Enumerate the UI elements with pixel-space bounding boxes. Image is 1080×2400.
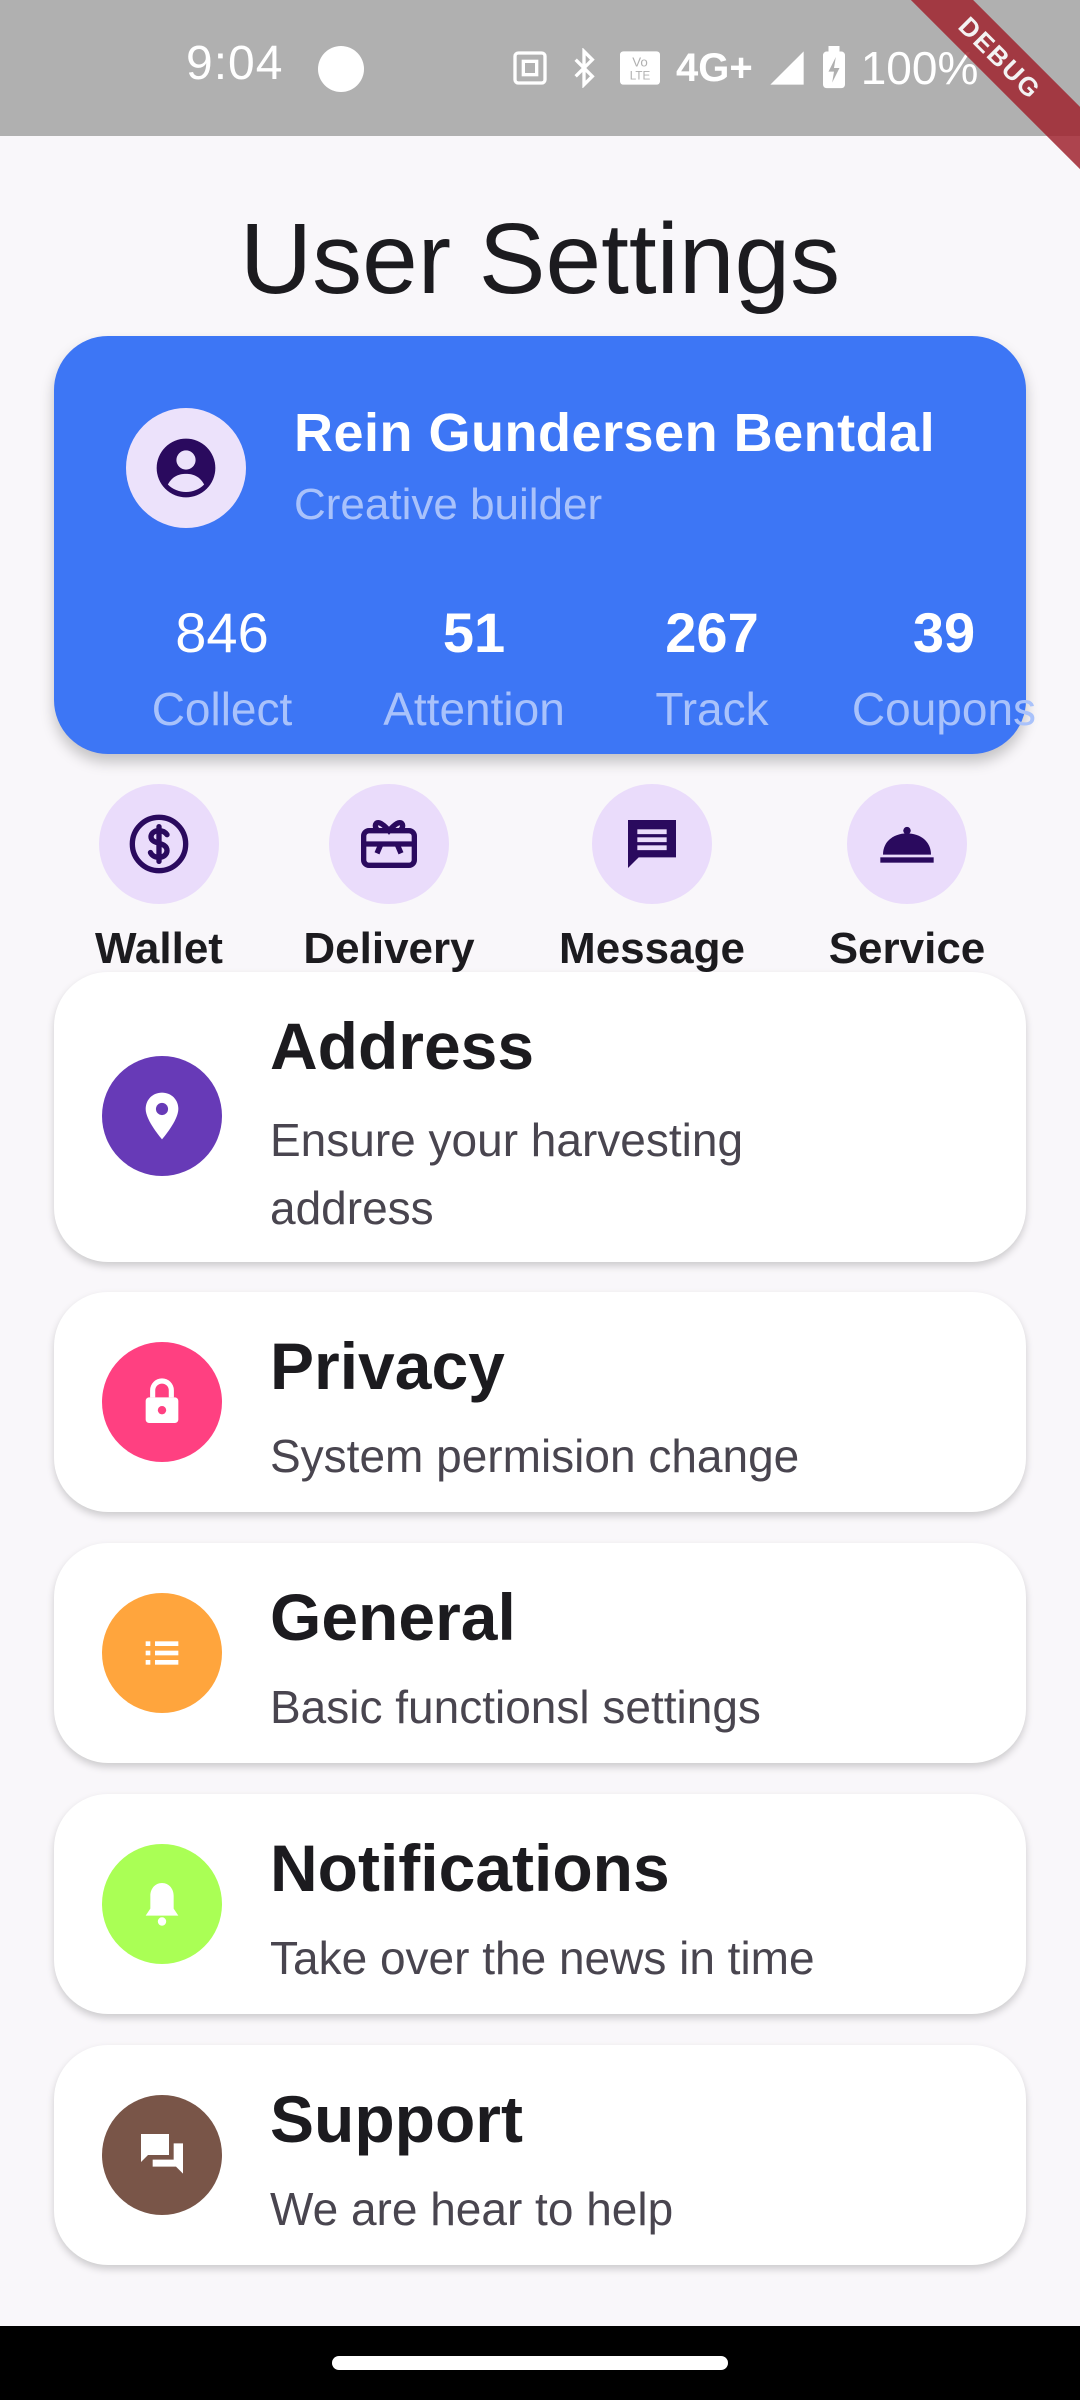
- stat-label: Collect: [151, 682, 293, 735]
- notification-dot-icon: [318, 46, 364, 92]
- dollar-circle-icon: [129, 814, 189, 874]
- volte-icon: Vo LTE: [620, 51, 660, 85]
- profile-subtitle: Creative builder: [294, 480, 603, 529]
- avatar[interactable]: [126, 408, 246, 528]
- stat-coupons[interactable]: 39 Coupons: [834, 602, 1054, 736]
- quick-action-label: Message: [559, 924, 745, 973]
- stat-track[interactable]: 267 Track: [602, 602, 822, 736]
- setting-title: General: [270, 1580, 516, 1654]
- stat-value: 39: [912, 601, 976, 664]
- profile-card[interactable]: Rein Gundersen Bentdal Creative builder …: [54, 336, 1036, 754]
- profile-stats: 846 Collect 51 Attention 267 Track 39 Co…: [54, 602, 1036, 742]
- setting-description: System permision change: [270, 1430, 800, 1482]
- setting-icon-bg: [102, 1844, 222, 1964]
- stat-collect[interactable]: 846 Collect: [112, 602, 332, 736]
- navigation-bar: [0, 2326, 1080, 2400]
- setting-description: Basic functionsl settings: [270, 1681, 761, 1733]
- setting-title: Support: [270, 2082, 523, 2156]
- quick-action-icon-bg: [847, 784, 967, 904]
- quick-action-icon-bg: [592, 784, 712, 904]
- setting-description: Take over the news in time: [270, 1932, 815, 1984]
- settings-card-notifications[interactable]: Notifications Take over the news in time: [54, 1794, 1026, 2014]
- forum-icon: [141, 2134, 183, 2174]
- stat-value: 267: [665, 601, 759, 664]
- bluetooth-icon: [574, 48, 595, 88]
- signal-icon: [770, 51, 804, 85]
- setting-title: Privacy: [270, 1329, 505, 1403]
- status-time: 9:04: [186, 37, 284, 90]
- quick-action-delivery[interactable]: Delivery: [269, 784, 509, 974]
- stat-value: 846: [175, 601, 269, 664]
- network-type: 4G+: [676, 45, 753, 90]
- location-pin-icon: [145, 1092, 179, 1140]
- page-title: User Settings: [239, 203, 841, 315]
- setting-description: We are hear to help: [270, 2183, 674, 2235]
- setting-title: Address: [270, 1009, 535, 1083]
- settings-card-general[interactable]: General Basic functionsl settings: [54, 1543, 1026, 1763]
- setting-icon-bg: [102, 1342, 222, 1462]
- svg-text:LTE: LTE: [630, 70, 651, 83]
- status-icons: Vo LTE 4G+ 100%: [510, 36, 978, 100]
- profile-name: Rein Gundersen Bentdal: [294, 403, 936, 463]
- quick-action-service[interactable]: Service: [787, 784, 1027, 974]
- quick-action-label: Service: [828, 924, 986, 973]
- stat-label: Attention: [383, 682, 565, 735]
- settings-card-address[interactable]: Address Ensure your harvesting address: [54, 972, 1026, 1262]
- battery-charging-icon: [822, 46, 845, 89]
- status-bar: 9:04 Vo LTE 4G+ 100% DEBUG: [0, 0, 1080, 180]
- gift-card-icon: [361, 819, 417, 868]
- quick-action-label: Wallet: [95, 924, 223, 973]
- account-circle-icon: [156, 438, 216, 498]
- message-icon: [628, 820, 676, 868]
- bell-icon: [145, 1883, 179, 1926]
- setting-icon-bg: [102, 1593, 222, 1713]
- setting-description: Ensure your harvesting address: [270, 1114, 744, 1234]
- quick-action-label: Delivery: [303, 924, 475, 973]
- setting-icon-bg: [102, 1056, 222, 1176]
- list-icon: [145, 1641, 179, 1665]
- settings-card-support[interactable]: Support We are hear to help: [54, 2045, 1026, 2265]
- stat-value: 51: [442, 601, 506, 664]
- svg-text:Vo: Vo: [632, 54, 648, 69]
- stat-label: Track: [655, 682, 769, 735]
- nfc-icon: [513, 51, 547, 85]
- stat-attention[interactable]: 51 Attention: [364, 602, 584, 736]
- quick-action-icon-bg: [329, 784, 449, 904]
- room-service-icon: [880, 826, 934, 863]
- quick-action-message[interactable]: Message: [532, 784, 772, 974]
- lock-icon: [145, 1378, 179, 1423]
- quick-action-wallet[interactable]: Wallet: [39, 784, 279, 974]
- home-indicator[interactable]: [332, 2356, 728, 2370]
- stat-label: Coupons: [851, 682, 1037, 735]
- setting-title: Notifications: [270, 1831, 670, 1905]
- quick-action-icon-bg: [99, 784, 219, 904]
- setting-icon-bg: [102, 2095, 222, 2215]
- settings-card-privacy[interactable]: Privacy System permision change: [54, 1292, 1026, 1512]
